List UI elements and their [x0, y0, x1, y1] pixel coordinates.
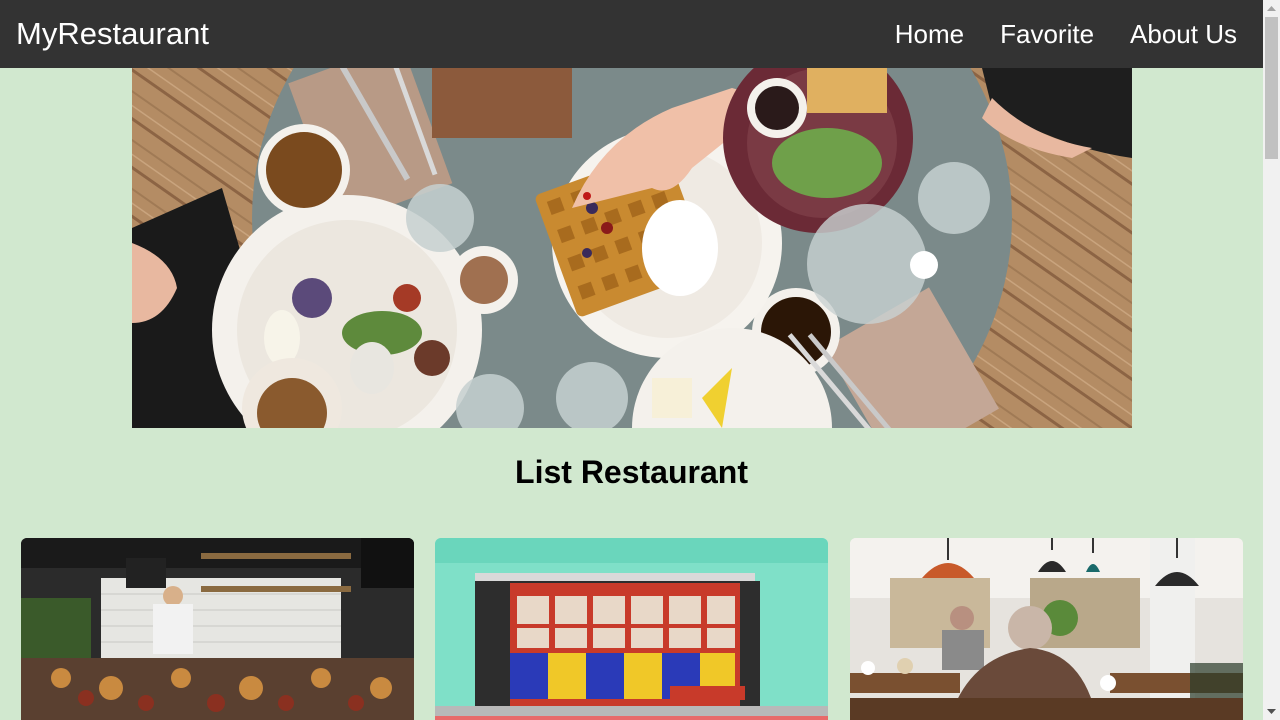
restaurant-card[interactable]	[435, 538, 828, 720]
top-navbar: MyRestaurant Home Favorite About Us	[0, 0, 1263, 68]
scrollbar-thumb[interactable]	[1265, 17, 1278, 159]
hero-image	[132, 68, 1132, 428]
nav-about-link[interactable]: About Us	[1130, 14, 1237, 54]
restaurant-card[interactable]	[850, 538, 1243, 720]
hero-food-table-illustration	[132, 68, 1132, 428]
scroll-up-arrow-icon[interactable]	[1263, 0, 1280, 17]
main-nav: Home Favorite About Us	[895, 14, 1237, 54]
brand-logo-link[interactable]: MyRestaurant	[16, 14, 209, 54]
nav-favorite-link[interactable]: Favorite	[1000, 14, 1094, 54]
restaurant-storefront-image	[435, 538, 828, 720]
restaurant-dining-room-image	[850, 538, 1243, 720]
vertical-scrollbar[interactable]	[1263, 0, 1280, 720]
nav-home-link[interactable]: Home	[895, 14, 964, 54]
restaurant-card[interactable]	[21, 538, 414, 720]
section-title: List Restaurant	[515, 454, 748, 490]
scroll-down-arrow-icon[interactable]	[1263, 703, 1280, 720]
page-viewport: MyRestaurant Home Favorite About Us List…	[0, 0, 1263, 720]
restaurant-kitchen-image	[21, 538, 414, 720]
